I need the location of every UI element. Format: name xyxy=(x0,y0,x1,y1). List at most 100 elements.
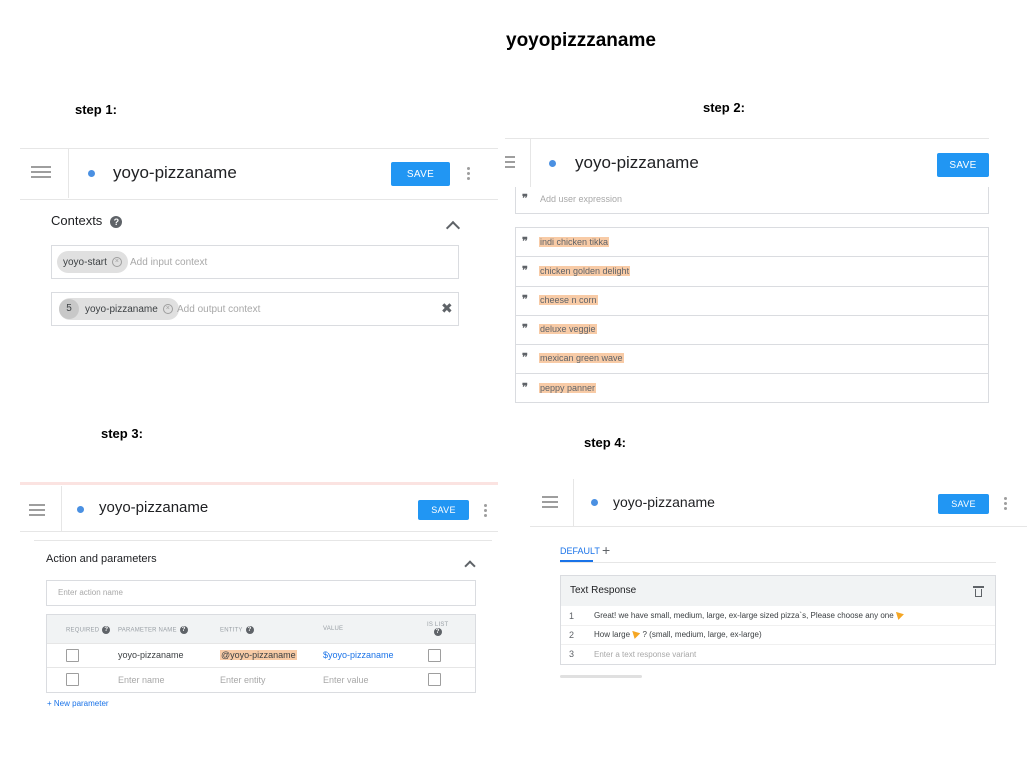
expression-text[interactable]: mexican green wave xyxy=(539,353,624,363)
help-icon[interactable]: ? xyxy=(102,626,111,634)
response-divider xyxy=(561,644,995,645)
step4-header-bottom-divider xyxy=(530,526,1027,527)
hamburger-menu-icon[interactable] xyxy=(31,166,51,178)
help-icon[interactable]: ? xyxy=(179,626,188,634)
quote-icon: ❞ xyxy=(522,192,528,205)
text-response-title: Text Response xyxy=(570,585,637,596)
response-number: 3 xyxy=(569,649,575,659)
quote-icon: ❞ xyxy=(522,381,528,394)
more-vert-icon[interactable] xyxy=(484,504,487,517)
intent-name-title[interactable]: yoyo-pizzaname xyxy=(613,494,715,510)
help-icon[interactable]: ? xyxy=(110,215,123,228)
hamburger-menu-icon[interactable] xyxy=(542,496,558,508)
trash-icon[interactable] xyxy=(973,586,984,597)
header-parameter-name-label: PARAMETER NAME xyxy=(118,627,177,634)
pizza-emoji-icon xyxy=(895,611,904,620)
expression-text[interactable]: cheese n corn xyxy=(539,295,598,305)
close-icon[interactable]: ✖ xyxy=(441,300,453,317)
response-text[interactable]: Great! we have small, medium, large, ex-… xyxy=(594,611,904,620)
response-text-label: How large xyxy=(594,630,631,639)
tabs-divider xyxy=(560,562,996,563)
step3-header-divider xyxy=(61,486,62,531)
expression-text[interactable]: chicken golden delight xyxy=(539,266,631,276)
response-number: 1 xyxy=(569,611,575,621)
response-text-suffix: ? (small, medium, large, ex-large) xyxy=(642,630,762,639)
step3-top-bar xyxy=(20,482,498,485)
lifespan-badge[interactable]: 5 xyxy=(59,299,79,319)
quote-icon: ❞ xyxy=(522,235,528,248)
entity-cell[interactable]: @yoyo-pizzaname xyxy=(220,650,297,660)
close-circle-icon[interactable]: × xyxy=(162,304,173,314)
save-button[interactable]: SAVE xyxy=(418,500,469,520)
save-button[interactable]: SAVE xyxy=(937,153,989,177)
save-button[interactable]: SAVE xyxy=(391,162,450,186)
help-icon[interactable]: ? xyxy=(245,626,254,634)
close-circle-icon[interactable]: × xyxy=(111,257,122,267)
quote-icon: ❞ xyxy=(522,322,528,335)
header-value: VALUE xyxy=(323,626,344,632)
response-input-placeholder[interactable]: Enter a text response variant xyxy=(594,650,696,659)
expression-text[interactable]: deluxe veggie xyxy=(539,324,597,334)
response-text-label: Great! we have small, medium, large, ex-… xyxy=(594,611,894,620)
parameter-name-cell[interactable]: yoyo-pizzaname xyxy=(118,650,184,660)
table-header-divider xyxy=(47,643,475,644)
is-list-checkbox[interactable] xyxy=(428,673,441,686)
pizza-emoji-icon xyxy=(632,630,641,639)
header-required: REQUIRED? xyxy=(66,626,111,634)
contexts-title-label: Contexts xyxy=(51,213,103,228)
add-tab-button[interactable]: + xyxy=(602,542,610,558)
step-3-label: step 3: xyxy=(101,426,143,441)
horizontal-scrollbar[interactable] xyxy=(560,675,642,678)
save-button[interactable]: SAVE xyxy=(938,494,989,514)
parameter-name-input[interactable]: Enter name xyxy=(118,675,165,685)
required-checkbox[interactable] xyxy=(66,649,79,662)
value-cell[interactable]: $yoyo-pizzaname xyxy=(323,650,394,660)
step-1-label: step 1: xyxy=(75,102,117,117)
quote-icon: ❞ xyxy=(522,293,528,306)
is-list-checkbox[interactable] xyxy=(428,649,441,662)
chevron-up-icon[interactable] xyxy=(464,560,476,572)
required-checkbox[interactable] xyxy=(66,673,79,686)
tab-default[interactable]: DEFAULT xyxy=(560,546,600,556)
step3-section-top-divider xyxy=(34,540,492,541)
chevron-up-icon[interactable] xyxy=(445,220,461,236)
input-context-chip[interactable]: yoyo-start × xyxy=(57,251,128,273)
header-entity: ENTITY? xyxy=(220,626,254,634)
table-row-divider xyxy=(47,667,475,668)
step3-header-bottom-divider xyxy=(20,531,498,532)
hamburger-menu-icon[interactable] xyxy=(29,504,45,516)
input-context-placeholder: Add input context xyxy=(130,257,208,268)
intent-name-title[interactable]: yoyo-pizzaname xyxy=(575,153,699,173)
intent-name-title[interactable]: yoyo-pizzaname xyxy=(113,163,237,183)
more-vert-icon[interactable] xyxy=(1004,497,1007,510)
output-context-chip[interactable]: 5 yoyo-pizzaname × xyxy=(59,298,179,320)
step-4-label: step 4: xyxy=(584,435,626,450)
step1-header-bottom-divider xyxy=(20,199,498,200)
step1-header-top-divider xyxy=(20,148,498,149)
header-entity-label: ENTITY xyxy=(220,627,243,634)
entity-input[interactable]: Enter entity xyxy=(220,675,266,685)
help-icon[interactable]: ? xyxy=(433,628,442,636)
response-text[interactable]: How large ? (small, medium, large, ex-la… xyxy=(594,630,762,639)
parameters-table-header xyxy=(47,615,475,643)
input-context-chip-label: yoyo-start xyxy=(63,256,107,268)
header-required-label: REQUIRED xyxy=(66,627,100,634)
value-input[interactable]: Enter value xyxy=(323,675,369,685)
step-2-label: step 2: xyxy=(703,100,745,115)
more-vert-icon[interactable] xyxy=(467,167,470,180)
hamburger-menu-icon[interactable] xyxy=(505,156,515,168)
page-title: yoyopizzzaname xyxy=(506,30,656,51)
quote-icon: ❞ xyxy=(522,351,528,364)
new-parameter-link[interactable]: + New parameter xyxy=(47,699,109,708)
step2-header-top-divider xyxy=(505,138,989,139)
intent-status-dot xyxy=(77,506,84,513)
header-is-list: IS LIST? xyxy=(427,622,448,636)
action-parameters-title: Action and parameters xyxy=(46,553,157,565)
intent-status-dot xyxy=(549,160,556,167)
output-context-chip-label: yoyo-pizzaname xyxy=(85,303,158,315)
expression-text[interactable]: indi chicken tikka xyxy=(539,237,610,247)
contexts-section-title: Contexts? xyxy=(51,213,123,228)
intent-name-title[interactable]: yoyo-pizzaname xyxy=(99,499,208,516)
intent-status-dot xyxy=(591,499,598,506)
expression-text[interactable]: peppy panner xyxy=(539,383,597,393)
